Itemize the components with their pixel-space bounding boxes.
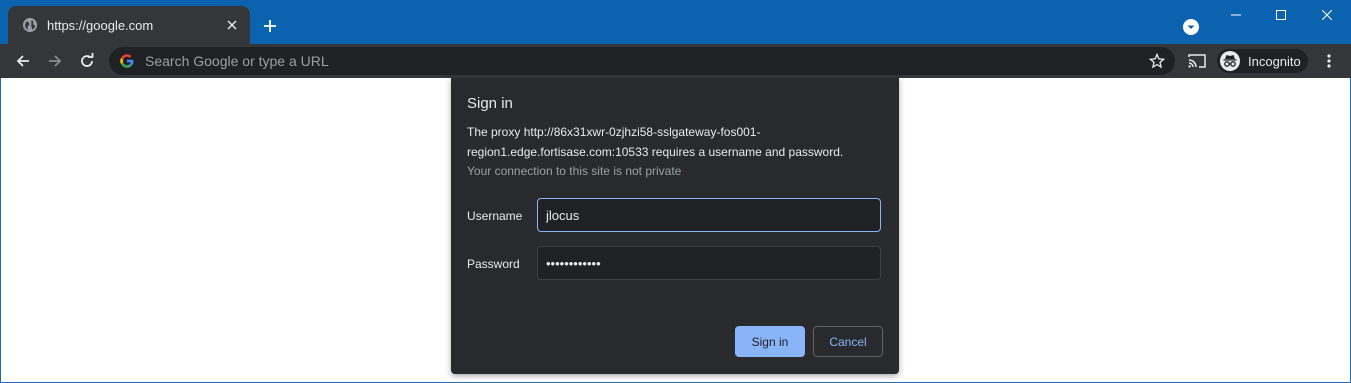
username-field[interactable] — [537, 198, 881, 232]
dialog-warning-text: Your connection to this site is not priv… — [467, 164, 682, 178]
dialog-message-line-2: region1.edge.fortisase.com:10533 require… — [467, 145, 844, 159]
maximize-icon[interactable] — [1258, 0, 1304, 30]
plus-icon[interactable] — [258, 14, 282, 38]
google-g-icon — [119, 53, 135, 69]
address-bar-input[interactable] — [143, 52, 1143, 70]
password-field[interactable]: •••••••••••• — [537, 246, 881, 280]
incognito-indicator[interactable]: Incognito — [1217, 49, 1308, 73]
incognito-icon — [1220, 51, 1240, 71]
incognito-label: Incognito — [1248, 53, 1301, 69]
minimize-icon[interactable] — [1213, 0, 1259, 30]
star-icon[interactable] — [1143, 47, 1171, 75]
more-menu-icon[interactable] — [1318, 50, 1340, 72]
dialog-message-line-1: The proxy http://86x31xwr-0zjhzi58-sslga… — [467, 125, 761, 139]
forward-icon[interactable] — [41, 47, 69, 75]
close-icon[interactable] — [222, 15, 242, 35]
proxy-auth-dialog: Sign in The proxy http://86x31xwr-0zjhzi… — [451, 78, 899, 374]
window-close-icon[interactable] — [1304, 0, 1350, 30]
cast-icon[interactable] — [1186, 50, 1208, 72]
tab-title: https://google.com — [47, 17, 154, 33]
title-bar: https://google.com — [0, 0, 1351, 44]
window-border-left — [0, 78, 1, 383]
dialog-title: Sign in — [467, 95, 513, 112]
username-label: Username — [467, 209, 523, 223]
reload-icon[interactable] — [73, 47, 101, 75]
toolbar: Incognito — [0, 44, 1351, 78]
password-label: Password — [467, 257, 520, 271]
dialog-message: The proxy http://86x31xwr-0zjhzi58-sslga… — [467, 122, 867, 162]
globe-icon — [22, 17, 38, 33]
cancel-button[interactable]: Cancel — [813, 326, 883, 357]
omnibox[interactable] — [109, 47, 1175, 75]
sign-in-button[interactable]: Sign in — [735, 326, 805, 357]
back-icon[interactable] — [9, 47, 37, 75]
browser-tab[interactable]: https://google.com — [8, 6, 250, 44]
tab-search-icon[interactable] — [1180, 16, 1202, 38]
